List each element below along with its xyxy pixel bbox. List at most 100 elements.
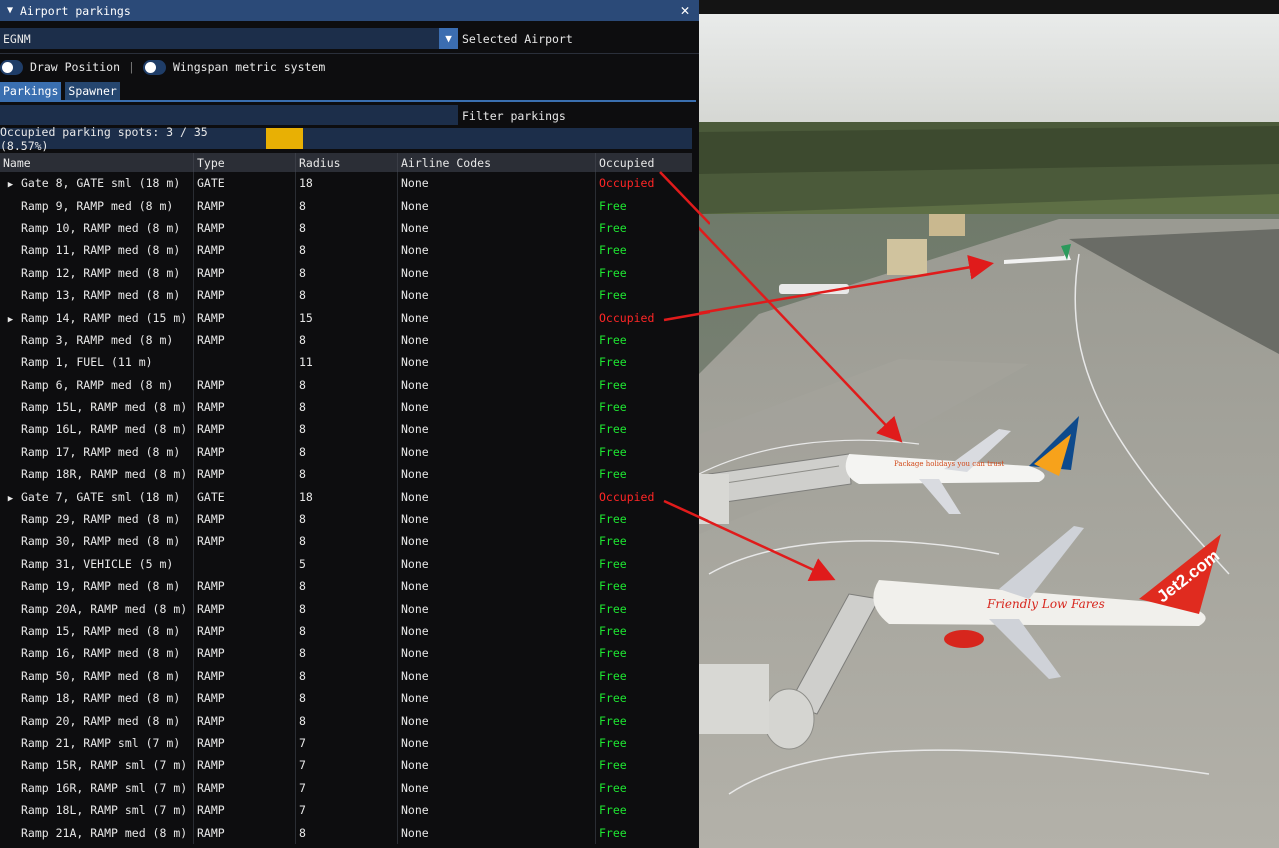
livery-holidays-slogan: Package holidays you can trust [894,460,1004,468]
cell-type: RAMP [193,440,296,464]
cell-occupied: Free [596,530,693,552]
table-row[interactable]: Ramp 18, RAMP med (8 m) RAMP 8 None Free [0,686,692,710]
table-row[interactable]: ▶ Gate 8, GATE sml (18 m) GATE 18 None Occupi… [0,172,692,195]
separator: | [128,60,135,74]
draw-position-toggle[interactable] [0,59,23,75]
table-row[interactable]: Ramp 20A, RAMP med (8 m) RAMP 8 None Free [0,597,692,620]
table-row[interactable]: Ramp 16, RAMP med (8 m) RAMP 8 None Free [0,642,692,665]
airport-select[interactable]: EGNM ▼ [0,28,458,49]
close-icon[interactable]: ✕ [677,1,693,19]
table-row[interactable]: Ramp 10, RAMP med (8 m) RAMP 8 None Free [0,216,692,240]
status-free: Free [599,601,627,616]
table-row[interactable]: Ramp 12, RAMP med (8 m) RAMP 8 None Free [0,261,692,284]
cell-type: RAMP [193,619,296,643]
table-row[interactable]: Ramp 15L, RAMP med (8 m) RAMP 8 None Free [0,395,692,419]
cell-radius: 8 [295,709,398,732]
cell-airline-codes: None [397,642,596,665]
cell-name: Ramp 12, RAMP med (8 m) [0,261,194,284]
cell-type: RAMP [193,821,296,844]
window-titlebar[interactable]: ▼ Airport parkings ✕ [0,0,699,21]
top-strip [699,0,1279,14]
table-row[interactable]: Ramp 9, RAMP med (8 m) RAMP 8 None Free [0,194,692,217]
table-row[interactable]: Ramp 18R, RAMP med (8 m) RAMP 8 None Free [0,463,692,486]
table-row[interactable]: Ramp 16L, RAMP med (8 m) RAMP 8 None Free [0,418,692,441]
cell-type: RAMP [193,754,296,777]
column-header-airline-codes[interactable]: Airline Codes [397,153,596,172]
table-row[interactable]: Ramp 21A, RAMP med (8 m) RAMP 8 None Free [0,821,692,844]
table-row[interactable]: Ramp 19, RAMP med (8 m) RAMP 8 None Free [0,575,693,598]
cell-airline-codes: None [397,328,596,352]
cell-name: Ramp 16L, RAMP med (8 m) [0,418,194,441]
cell-airline-codes: None [397,798,596,822]
table-row[interactable]: Ramp 18L, RAMP sml (7 m) RAMP 7 None Free [0,798,692,822]
table-row[interactable]: Ramp 30, RAMP med (8 m) RAMP 8 None Free [0,530,693,553]
chevron-down-icon[interactable]: ▼ [439,28,458,49]
cell-name: Ramp 19, RAMP med (8 m) [0,575,194,598]
column-header-type[interactable]: Type [193,153,296,172]
cell-airline-codes: None [397,530,596,553]
table-row[interactable]: Ramp 29, RAMP med (8 m) RAMP 8 None Free [0,507,692,531]
table-row[interactable]: Ramp 15R, RAMP sml (7 m) RAMP 7 None Free [0,754,693,777]
cell-name: Ramp 10, RAMP med (8 m) [0,216,194,240]
expand-arrow-icon[interactable]: ▶ [0,494,21,504]
cell-name: Ramp 15, RAMP med (8 m) [0,619,194,643]
divider [0,53,699,54]
table-row[interactable]: Ramp 21, RAMP sml (7 m) RAMP 7 None Free [0,731,692,755]
table-row[interactable]: Ramp 17, RAMP med (8 m) RAMP 8 None Free [0,440,692,464]
status-free: Free [599,265,627,280]
table-row[interactable]: Ramp 16R, RAMP sml (7 m) RAMP 7 None Free [0,776,692,799]
airport-scene-view: Package holidays you can trust Friendly … [699,14,1279,848]
table-row[interactable]: Ramp 3, RAMP med (8 m) RAMP 8 None Free [0,328,692,352]
cell-airline-codes: None [397,283,596,307]
cell-name: Ramp 3, RAMP med (8 m) [0,328,194,352]
cell-type: RAMP [193,283,296,307]
status-free: Free [599,400,627,415]
column-header-radius[interactable]: Radius [295,153,398,172]
cell-type: GATE [193,485,296,508]
cell-radius: 8 [295,418,398,441]
cell-airline-codes: None [397,463,596,486]
cell-radius: 8 [295,642,398,665]
table-header: Name Type Radius Airline Codes Occupied [0,153,692,172]
expand-arrow-icon[interactable]: ▶ [0,180,21,190]
table-row[interactable]: Ramp 50, RAMP med (8 m) RAMP 8 None Free [0,664,692,687]
cell-airline-codes: None [397,507,596,531]
table-row[interactable]: Ramp 20, RAMP med (8 m) RAMP 8 None Free [0,709,692,732]
table-row[interactable]: Ramp 11, RAMP med (8 m) RAMP 8 None Free [0,239,692,262]
table-row[interactable]: Ramp 15, RAMP med (8 m) RAMP 8 None Free [0,619,692,643]
table-row[interactable]: Ramp 1, FUEL (11 m) 11 None Free [0,351,692,374]
cell-radius: 8 [295,619,398,643]
status-occupied: Occupied [599,489,655,504]
table-row[interactable]: Ramp 31, VEHICLE (5 m) 5 None Free [0,552,692,576]
cell-radius: 8 [295,261,398,284]
cell-radius: 8 [295,664,398,687]
cell-occupied: Free [596,754,693,776]
tab-parkings[interactable]: Parkings [0,82,62,100]
status-free: Free [599,534,627,549]
tab-spawner[interactable]: Spawner [65,82,120,100]
status-free: Free [599,668,627,683]
wingspan-metric-toggle[interactable] [142,59,166,75]
cell-name: Ramp 17, RAMP med (8 m) [0,440,194,464]
filter-input[interactable] [0,105,458,125]
cell-airline-codes: None [397,575,596,598]
table-row[interactable]: Ramp 6, RAMP med (8 m) RAMP 8 None Free [0,373,692,396]
cell-occupied: Free [596,575,693,597]
status-free: Free [599,467,627,482]
table-row[interactable]: ▶ Gate 7, GATE sml (18 m) GATE 18 None Occupi… [0,485,692,508]
collapse-icon[interactable]: ▼ [2,5,18,16]
table-row[interactable]: ▶ Ramp 14, RAMP med (15 m) RAMP 15 None Occup… [0,306,692,329]
cell-airline-codes: None [397,395,596,419]
cell-name: Ramp 29, RAMP med (8 m) [0,507,194,531]
column-header-name[interactable]: Name [0,153,194,172]
status-free: Free [599,825,627,840]
cell-name: Ramp 20, RAMP med (8 m) [0,709,194,732]
expand-arrow-icon[interactable]: ▶ [0,315,21,325]
cell-radius: 8 [295,283,398,307]
cell-type: RAMP [193,731,296,755]
cell-radius: 8 [295,530,398,553]
cell-type: RAMP [193,306,296,329]
cell-type: RAMP [193,776,296,799]
table-row[interactable]: Ramp 13, RAMP med (8 m) RAMP 8 None Free [0,283,692,307]
cell-name: ▶ Gate 8, GATE sml (18 m) [0,172,194,195]
